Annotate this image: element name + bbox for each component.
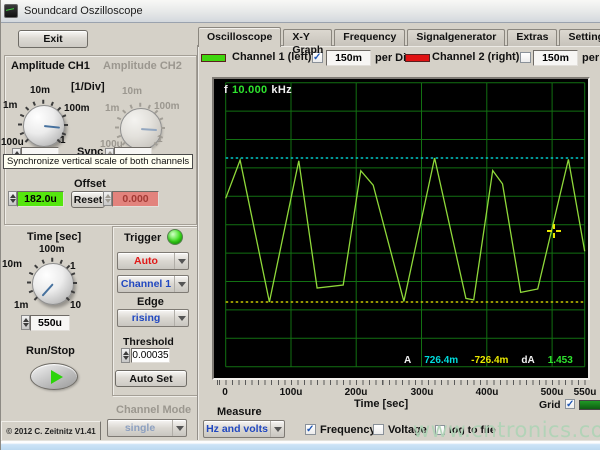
- scale-label: 1m: [14, 300, 28, 311]
- per-div-label: per Div: [582, 52, 600, 64]
- log-to-file-checkbox[interactable]: [435, 425, 445, 435]
- scale-label: 10m: [2, 259, 22, 270]
- grid-checkbox[interactable]: [565, 399, 575, 409]
- scale-label: 1m: [3, 100, 17, 111]
- amplitude-unit-label: [1/Div]: [71, 81, 105, 93]
- scale-label: 10: [70, 300, 81, 311]
- edge-label: Edge: [137, 296, 164, 308]
- tab-frequency[interactable]: Frequency: [334, 29, 405, 46]
- frequency-checkbox[interactable]: [305, 424, 316, 435]
- offset-ch2-field[interactable]: 0.000: [112, 191, 159, 207]
- scale-label: 1: [157, 134, 163, 145]
- offset-label: Offset: [74, 178, 106, 190]
- chevron-down-icon[interactable]: [174, 253, 188, 269]
- measurement-readout: A 726.4m -726.4m dA 1.453: [404, 355, 573, 366]
- knob-needle: [141, 128, 157, 131]
- trigger-led: [167, 229, 183, 245]
- copyright-label: © 2012 C. Zeitnitz V1.41: [1, 421, 101, 441]
- amplitude-ch2-title: Amplitude CH2: [103, 60, 182, 72]
- reset-button[interactable]: Reset: [71, 191, 105, 208]
- measure-label: Measure: [217, 406, 262, 418]
- offset-ch1-spinner[interactable]: [8, 191, 17, 206]
- scale-label: 100m: [154, 101, 180, 112]
- x-tick-label: 550u: [574, 387, 597, 398]
- x-tick-label: 0: [222, 387, 228, 398]
- frequency-readout: f10.000kHz: [224, 84, 292, 96]
- sync-tooltip: Synchronize vertical scale of both chann…: [3, 154, 193, 169]
- grid-color-swatch[interactable]: [579, 400, 600, 410]
- frequency-checkbox-label: Frequency: [320, 424, 376, 436]
- tab-signalgenerator[interactable]: Signalgenerator: [407, 29, 505, 46]
- chevron-down-icon[interactable]: [172, 420, 186, 436]
- tab-oscilloscope[interactable]: Oscilloscope: [198, 27, 281, 47]
- auto-set-button[interactable]: Auto Set: [115, 370, 187, 387]
- trigger-title: Trigger: [124, 232, 161, 244]
- scale-label: 10m: [122, 86, 142, 97]
- cursor-min-value: -726.4m: [471, 355, 508, 366]
- knob-needle: [42, 283, 54, 296]
- scale-label: 100m: [39, 244, 65, 255]
- exit-button[interactable]: Exit: [18, 30, 88, 48]
- x-tick-label: 300u: [411, 387, 434, 398]
- channel-mode-label: Channel Mode: [116, 404, 191, 416]
- x-tick-label: 200u: [345, 387, 368, 398]
- threshold-spinner[interactable]: [121, 348, 130, 363]
- tab-settings[interactable]: Settings: [559, 29, 600, 46]
- trigger-edge-dropdown[interactable]: rising: [117, 309, 189, 327]
- scale-label: 1: [70, 261, 76, 272]
- trigger-mode-dropdown[interactable]: Auto: [117, 252, 189, 270]
- channel2-color-swatch: [405, 54, 430, 62]
- app-window: Soundcard Oszilloscope Exit Amplitude CH…: [0, 0, 600, 450]
- amplitude-ch1-title: Amplitude CH1: [11, 60, 90, 72]
- chevron-down-icon[interactable]: [174, 310, 188, 326]
- threshold-field[interactable]: 0.00035: [131, 348, 170, 363]
- tab-bar: Oscilloscope X-Y Graph Frequency Signalg…: [198, 26, 600, 46]
- window-title: Soundcard Oszilloscope: [24, 5, 143, 17]
- channel1-color-swatch: [201, 54, 226, 62]
- channel1-per-div-field[interactable]: 150m: [326, 50, 371, 66]
- time-value-spinner[interactable]: [21, 315, 30, 330]
- log-to-file-label: log to file: [449, 424, 496, 436]
- knob-needle: [44, 125, 60, 129]
- trigger-source-dropdown[interactable]: Channel 1: [117, 275, 189, 293]
- channel-mode-dropdown[interactable]: single: [107, 419, 187, 437]
- threshold-label: Threshold: [123, 336, 174, 348]
- cursor-max-value: 726.4m: [424, 355, 458, 366]
- cursor-delta-value: 1.453: [548, 355, 573, 366]
- app-icon: [4, 4, 18, 18]
- x-tick-label: 500u: [541, 387, 564, 398]
- scale-label: 100m: [64, 103, 90, 114]
- run-stop-label: Run/Stop: [26, 345, 75, 357]
- time-value-field[interactable]: 550u: [30, 315, 70, 331]
- voltage-checkbox[interactable]: [373, 424, 384, 435]
- channel2-label: Channel 2 (right): [432, 51, 519, 63]
- voltage-checkbox-label: Voltage: [388, 424, 427, 436]
- run-stop-button[interactable]: [30, 363, 78, 390]
- scope-display[interactable]: f10.000kHz A 726.4m -726.4m dA 1.453: [212, 77, 590, 380]
- time-title: Time [sec]: [27, 231, 81, 243]
- grid-label: Grid: [539, 399, 561, 411]
- channel2-per-div-field[interactable]: 150m: [533, 50, 578, 66]
- waveform-plot: [214, 79, 588, 378]
- tab-xy-graph[interactable]: X-Y Graph: [283, 29, 332, 46]
- scale-label: 1m: [105, 103, 119, 114]
- window-titlebar[interactable]: Soundcard Oszilloscope: [1, 0, 600, 23]
- x-tick-label: 400u: [476, 387, 499, 398]
- tab-extras[interactable]: Extras: [507, 29, 557, 46]
- channel2-enable-checkbox[interactable]: [520, 52, 531, 63]
- scale-label: 1: [60, 135, 66, 146]
- offset-ch1-field[interactable]: 182.0u: [17, 191, 64, 207]
- bottom-window-edge: [1, 440, 600, 450]
- x-axis-title: Time [sec]: [354, 398, 408, 410]
- chevron-down-icon[interactable]: [174, 276, 188, 292]
- x-axis-ticks: [214, 380, 588, 385]
- x-tick-label: 100u: [280, 387, 303, 398]
- measure-mode-dropdown[interactable]: Hz and volts: [203, 420, 285, 438]
- offset-ch2-spinner[interactable]: [103, 191, 112, 206]
- chevron-down-icon[interactable]: [270, 421, 284, 437]
- scale-label: 10m: [30, 85, 50, 96]
